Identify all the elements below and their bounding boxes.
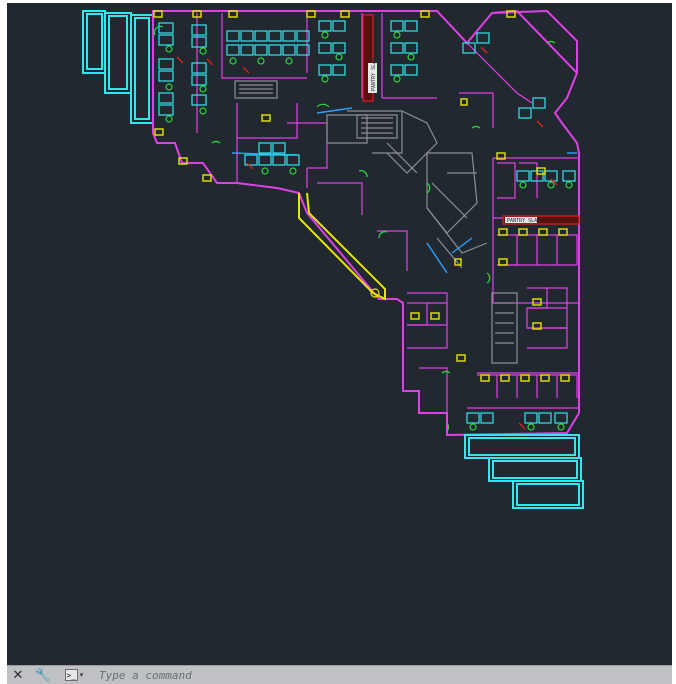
red-marks: [176, 46, 558, 430]
close-icon[interactable]: ✕: [9, 667, 27, 683]
central-core: [234, 80, 518, 364]
floor-plan: PANTRY SLAB PANTRY SLAB: [82, 9, 584, 509]
command-input[interactable]: [99, 668, 659, 682]
interior-walls: [196, 13, 579, 413]
window-edge: [672, 0, 676, 684]
caret-down-icon: ▾: [79, 671, 84, 679]
bottom-terraces: [464, 434, 584, 509]
command-prompt-icon: >_: [64, 669, 78, 681]
command-line-bar: ✕ 🔧 >_ ▾: [7, 665, 672, 684]
corridor-southwest: [298, 192, 386, 301]
pantry-label-east: PANTRY SLAB: [507, 218, 540, 224]
terrace-outlines: [82, 10, 154, 124]
pantry-label-north: PANTRY SLAB: [371, 58, 377, 91]
command-prompt-button[interactable]: >_ ▾: [61, 667, 87, 683]
drawing-canvas[interactable]: PANTRY SLAB PANTRY SLAB: [7, 3, 672, 665]
wrench-icon[interactable]: 🔧: [33, 667, 53, 683]
